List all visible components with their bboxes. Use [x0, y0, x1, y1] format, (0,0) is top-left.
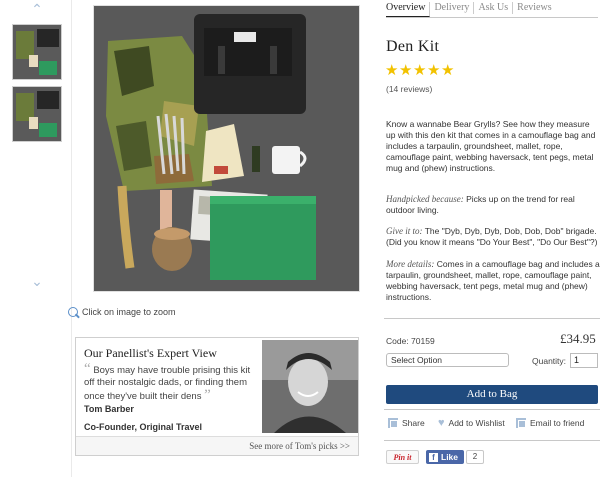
product-description: Know a wannabe Bear Grylls? See how they… — [386, 119, 596, 173]
heart-icon: ♥ — [438, 417, 445, 429]
product-tabs: Overview Delivery Ask Us Reviews — [386, 2, 598, 18]
thumbnail-down-arrow-icon[interactable]: ⌄ — [30, 274, 44, 288]
add-to-wishlist-button[interactable]: ♥ Add to Wishlist — [438, 417, 505, 429]
divider — [384, 409, 600, 410]
share-icon — [388, 418, 398, 428]
star-icon: ★ — [413, 62, 427, 79]
thumb-paint — [29, 117, 38, 129]
magnifier-icon — [68, 307, 78, 317]
see-more-picks-link[interactable]: See more of Tom's picks >> — [249, 441, 350, 451]
give-label: Give it to: — [386, 226, 423, 236]
panellist-portrait — [262, 340, 358, 433]
divider — [384, 318, 600, 319]
zoom-hint-text: Click on image to zoom — [82, 307, 176, 317]
like-count: 2 — [466, 450, 484, 464]
divider — [384, 440, 600, 441]
give-it-to: Give it to: The "Dyb, Dyb, Dyb, Dob, Dob… — [386, 226, 600, 248]
thumb-groundsheet — [39, 61, 57, 75]
star-icon: ★ — [427, 62, 441, 79]
handpicked-label: Handpicked because: — [386, 194, 464, 204]
main-product-image[interactable] — [93, 5, 360, 292]
option-select[interactable]: Select Option — [386, 353, 509, 367]
panellist-footer: See more of Tom's picks >> — [76, 436, 358, 455]
quantity-label: Quantity: — [532, 356, 567, 366]
panellist-quote-text: Boys may have trouble prising this kit o… — [84, 365, 251, 402]
facebook-icon: f — [429, 452, 438, 462]
facebook-like-button[interactable]: f Like — [426, 450, 464, 464]
email-to-friend-button[interactable]: Email to friend — [516, 418, 584, 428]
product-price: £34.95 — [560, 331, 596, 346]
thumb-haversack — [37, 29, 59, 47]
product-title: Den Kit — [386, 38, 440, 55]
panellist-name: Tom Barber — [84, 404, 134, 414]
details-label: More details: — [386, 259, 435, 269]
email-icon — [516, 418, 526, 428]
share-button[interactable]: Share — [388, 418, 425, 428]
close-quote-icon: ” — [204, 387, 211, 403]
thumbnail-strip: ⌃ ⌄ — [0, 0, 72, 477]
star-icon: ★ — [385, 62, 399, 79]
add-to-bag-button[interactable]: Add to Bag — [386, 385, 598, 404]
product-code: Code: 70159 — [386, 336, 435, 346]
rating-stars: ★ ★ ★ ★ ★ — [385, 62, 455, 79]
tab-delivery[interactable]: Delivery — [430, 2, 475, 14]
thumb-paint — [29, 55, 38, 67]
thumb-haversack — [37, 91, 59, 109]
panellist-role: Co-Founder, Original Travel — [84, 422, 203, 432]
panellist-quote: “ Boys may have trouble prising this kit… — [84, 361, 259, 403]
share-label: Share — [402, 418, 425, 428]
like-label: Like — [441, 452, 459, 462]
wishlist-label: Add to Wishlist — [448, 418, 505, 428]
quantity-input[interactable]: 1 — [570, 353, 598, 368]
zoom-hint[interactable]: Click on image to zoom — [68, 307, 176, 317]
thumb-groundsheet — [39, 123, 57, 137]
handpicked-because: Handpicked because: Picks up on the tren… — [386, 194, 600, 216]
more-details: More details: Comes in a camouflage bag … — [386, 259, 600, 303]
pin-it-button[interactable]: Pin it — [386, 450, 419, 464]
email-label: Email to friend — [530, 418, 585, 428]
tab-ask-us[interactable]: Ask Us — [474, 2, 514, 14]
star-icon: ★ — [399, 62, 413, 79]
panellist-box: Our Panellist's Expert View “ Boys may h… — [75, 337, 359, 456]
thumbnail-1[interactable] — [12, 24, 62, 80]
open-quote-icon: “ — [84, 361, 91, 377]
tab-reviews[interactable]: Reviews — [513, 2, 555, 14]
star-icon: ★ — [441, 62, 455, 79]
tab-overview[interactable]: Overview — [386, 2, 431, 17]
panellist-photo — [262, 340, 358, 433]
thumbnail-2[interactable] — [12, 86, 62, 142]
product-photo — [94, 6, 359, 291]
thumbnail-up-arrow-icon[interactable]: ⌃ — [30, 2, 44, 16]
panellist-title: Our Panellist's Expert View — [84, 346, 217, 360]
review-count-link[interactable]: (14 reviews) — [386, 84, 432, 94]
